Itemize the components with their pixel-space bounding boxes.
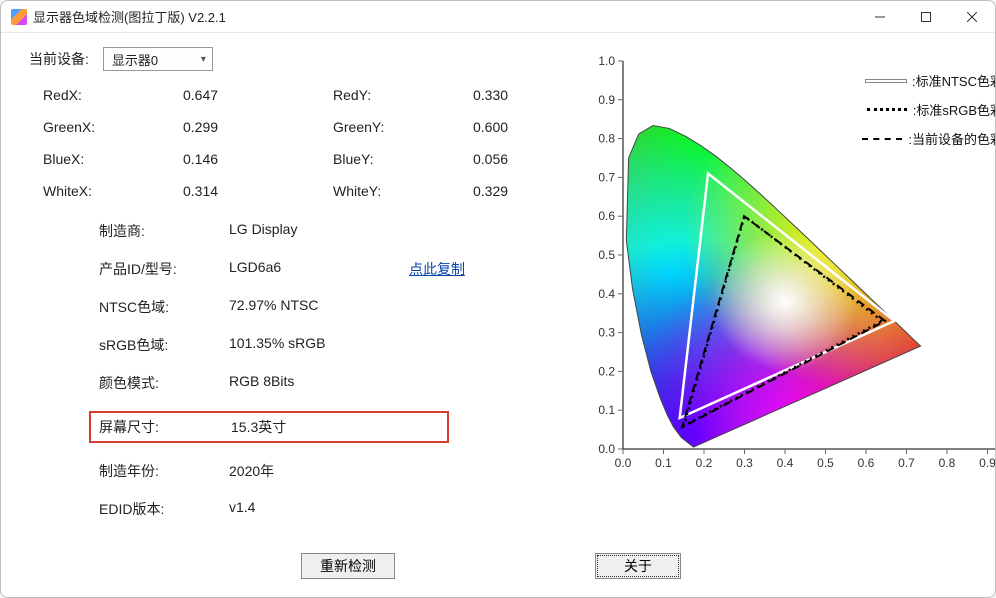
svg-text:0.2: 0.2 <box>598 364 615 378</box>
svg-text:0.7: 0.7 <box>598 170 615 184</box>
redy-label: RedY: <box>333 87 423 103</box>
bluex-value: 0.146 <box>183 151 283 167</box>
svg-text:0.0: 0.0 <box>598 442 615 456</box>
srgb-label: sRGB色域: <box>99 335 229 355</box>
titlebar: 显示器色域检测(图拉丁版) V2.2.1 <box>1 1 995 33</box>
bluey-value: 0.056 <box>473 151 573 167</box>
about-button[interactable]: 关于 <box>595 553 681 579</box>
copy-link[interactable]: 点此复制 <box>409 259 489 279</box>
svg-text:0.4: 0.4 <box>777 456 794 470</box>
legend-srgb-label: :标准sRGB色彩范围 <box>913 100 996 119</box>
ntsc-value: 72.97% NTSC <box>229 297 409 317</box>
device-select[interactable]: 显示器0 ▾ <box>103 47 213 71</box>
whitex-value: 0.314 <box>183 183 283 199</box>
redetect-button[interactable]: 重新检测 <box>301 553 395 579</box>
close-button[interactable] <box>949 1 995 33</box>
svg-text:0.8: 0.8 <box>939 456 956 470</box>
greenx-label: GreenX: <box>43 119 133 135</box>
svg-text:0.8: 0.8 <box>598 132 615 146</box>
redx-label: RedX: <box>43 87 133 103</box>
window-title: 显示器色域检测(图拉丁版) V2.2.1 <box>33 7 226 26</box>
screen-size-row-highlight: 屏幕尺寸: 15.3英寸 <box>89 411 449 443</box>
whitex-label: WhiteX: <box>43 183 133 199</box>
srgb-value: 101.35% sRGB <box>229 335 409 355</box>
close-icon <box>967 12 977 22</box>
size-value: 15.3英寸 <box>231 417 411 437</box>
svg-text:0.3: 0.3 <box>598 326 615 340</box>
greenx-value: 0.299 <box>183 119 283 135</box>
svg-text:0.1: 0.1 <box>598 403 615 417</box>
size-label: 屏幕尺寸: <box>99 417 231 437</box>
app-icon <box>11 9 27 25</box>
bluey-label: BlueY: <box>333 151 423 167</box>
whitey-value: 0.329 <box>473 183 573 199</box>
product-value: LGD6a6 <box>229 259 409 279</box>
svg-text:0.5: 0.5 <box>598 248 615 262</box>
minimize-icon <box>875 12 885 22</box>
year-value: 2020年 <box>229 461 409 481</box>
current-device-label: 当前设备: <box>29 49 89 69</box>
device-selected-value: 显示器0 <box>112 50 158 69</box>
manufacturer-value: LG Display <box>229 221 409 241</box>
svg-text:1.0: 1.0 <box>598 54 615 68</box>
svg-text:0.6: 0.6 <box>598 209 615 223</box>
legend-device-label: :当前设备的色彩范围 <box>908 129 996 148</box>
svg-text:0.2: 0.2 <box>696 456 713 470</box>
maximize-button[interactable] <box>903 1 949 33</box>
year-label: 制造年份: <box>99 461 229 481</box>
svg-text:0.7: 0.7 <box>898 456 915 470</box>
ntsc-label: NTSC色域: <box>99 297 229 317</box>
gamut-chart: 0.00.10.20.30.40.50.60.70.80.91.0.00.10.… <box>583 51 996 491</box>
legend-ntsc-label: :标准NTSC色彩范围 <box>912 71 996 90</box>
chromaticity-grid: RedX: 0.647 RedY: 0.330 GreenX: 0.299 Gr… <box>43 87 573 199</box>
edid-value: v1.4 <box>229 499 409 519</box>
chart-legend: :标准NTSC色彩范围 :标准sRGB色彩范围 :当前设备的色彩范围 <box>862 71 996 158</box>
product-label: 产品ID/型号: <box>99 259 229 279</box>
minimize-button[interactable] <box>857 1 903 33</box>
svg-text:0.9: 0.9 <box>598 93 615 107</box>
legend-line-srgb <box>867 108 907 111</box>
svg-text:0.3: 0.3 <box>736 456 753 470</box>
maximize-icon <box>921 12 931 22</box>
svg-text:0.4: 0.4 <box>598 287 615 301</box>
redy-value: 0.330 <box>473 87 573 103</box>
svg-text:0.6: 0.6 <box>858 456 875 470</box>
greeny-label: GreenY: <box>333 119 423 135</box>
legend-line-device <box>862 138 902 140</box>
bluex-label: BlueX: <box>43 151 133 167</box>
legend-line-ntsc <box>866 80 906 82</box>
svg-text:0.9: 0.9 <box>979 456 996 470</box>
svg-text:0.0: 0.0 <box>615 456 632 470</box>
redx-value: 0.647 <box>183 87 283 103</box>
app-window: 显示器色域检测(图拉丁版) V2.2.1 当前设备: 显示器0 ▾ RedX: … <box>0 0 996 598</box>
whitey-label: WhiteY: <box>333 183 423 199</box>
edid-label: EDID版本: <box>99 499 229 519</box>
color-mode-label: 颜色模式: <box>99 373 229 393</box>
svg-text:0.1: 0.1 <box>655 456 672 470</box>
svg-text:0.5: 0.5 <box>817 456 834 470</box>
color-mode-value: RGB 8Bits <box>229 373 409 393</box>
greeny-value: 0.600 <box>473 119 573 135</box>
manufacturer-label: 制造商: <box>99 221 229 241</box>
chevron-down-icon: ▾ <box>201 54 206 65</box>
info-grid: 制造商: LG Display 产品ID/型号: LGD6a6 点此复制 NTS… <box>99 221 573 519</box>
